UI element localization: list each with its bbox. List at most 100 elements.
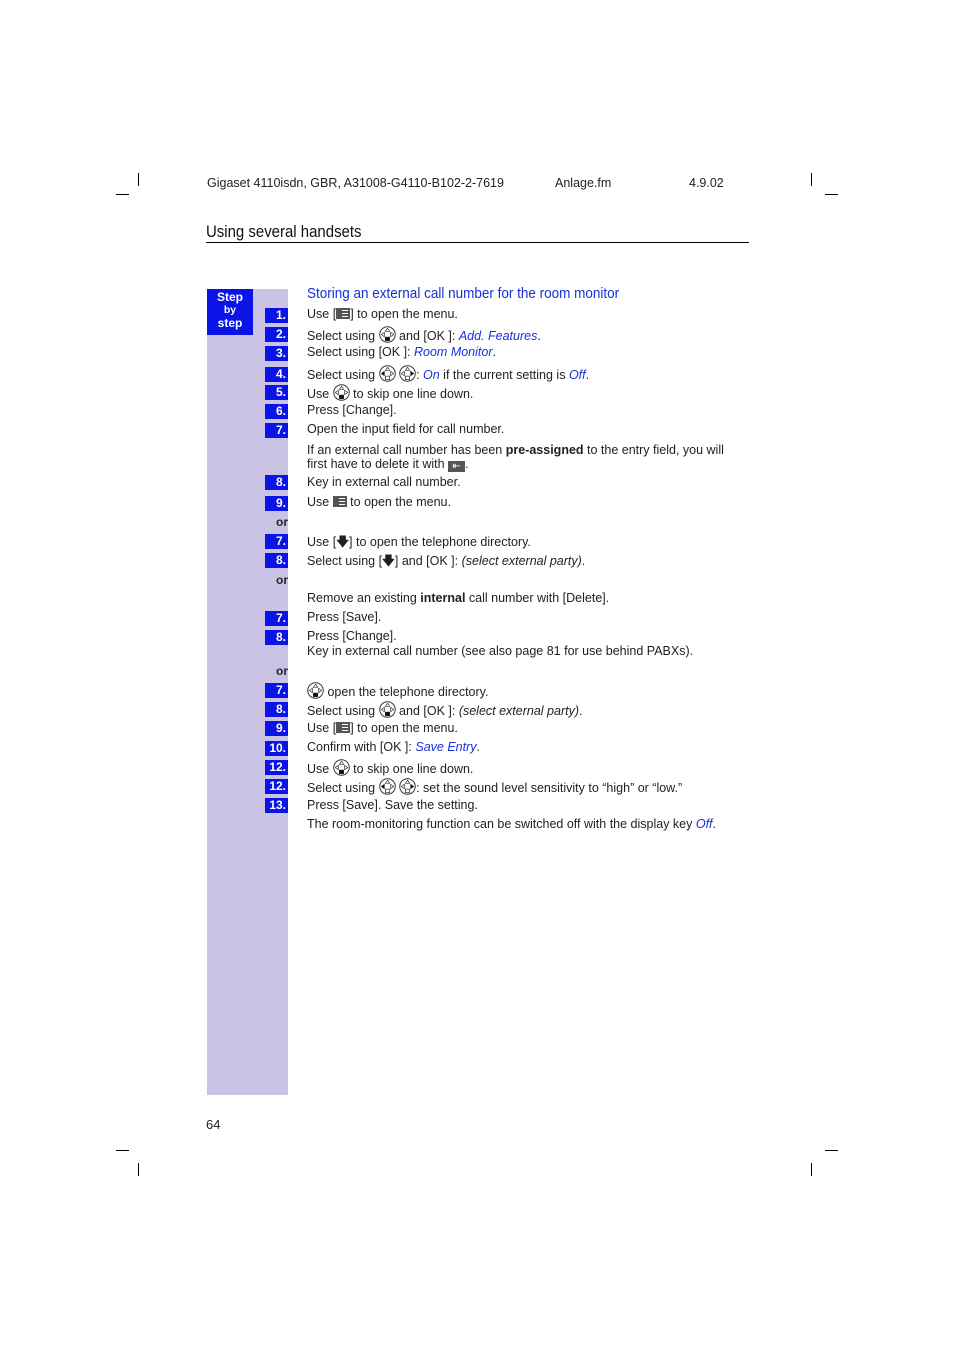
step-2-text: Select using and [OK ]: Add. Features. [307, 326, 541, 343]
step-number: 9. [265, 496, 288, 511]
text: If an external call number has been [307, 443, 506, 457]
text-italic: (select external party) [458, 704, 579, 718]
nav-key-down-icon [379, 701, 396, 718]
step-number: 7. [265, 611, 288, 626]
text: to skip one line down. [349, 387, 474, 401]
crop-mark-tl-h [116, 194, 129, 195]
section-rule [206, 242, 749, 243]
text-italic: (select external party) [461, 554, 582, 568]
step-number: 10. [265, 741, 288, 756]
procedure-title: Storing an external call number for the … [307, 285, 620, 302]
text: Use [307, 387, 333, 401]
crop-mark-bl-h [116, 1150, 129, 1151]
alt3-step-10-text: Confirm with [OK ]: Save Entry. [307, 740, 480, 754]
text: ] to open the telephone directory. [349, 535, 531, 549]
nav-key-down-icon [333, 384, 350, 401]
text: The room-monitoring function can be swit… [307, 817, 696, 831]
or-separator: or [276, 664, 288, 678]
step-3-text: Select using [OK ]: Room Monitor. [307, 345, 496, 359]
nav-key-left-icon [379, 365, 396, 382]
alt1-step-7-text: Use [🡇] to open the telephone directory. [307, 533, 531, 554]
step-number: 7. [265, 423, 288, 438]
alt1-step-8-text: Select using [🡇] and [OK ]: (select exte… [307, 552, 585, 573]
setting-off: Off [568, 368, 586, 382]
alt3-step-8-text: Select using and [OK ]: (select external… [307, 701, 582, 718]
text: Use [ [307, 721, 337, 735]
step-number: 7. [265, 683, 288, 698]
section-title: Using several handsets [206, 222, 362, 241]
text: . [476, 740, 480, 754]
step-number: 8. [265, 630, 288, 645]
alt2-step-8-text-2: Key in external call number (see also pa… [307, 644, 694, 658]
alt3-step-9-text: Use [ ] to open the menu. [307, 721, 458, 735]
or-separator: or [276, 515, 288, 529]
step-number: 13. [265, 798, 288, 813]
text: Select using [307, 704, 379, 718]
step-4-text: Select using : On if the current setting… [307, 365, 589, 382]
step-number: 8. [265, 702, 288, 717]
step-number: 8. [265, 553, 288, 568]
nav-key-right-icon [399, 778, 416, 795]
text: and [OK ]: [395, 329, 459, 343]
text: open the telephone directory. [324, 685, 489, 699]
text: to skip one line down. [349, 762, 474, 776]
crop-mark-br-h [825, 1150, 838, 1151]
text: Select using [OK ]: [307, 345, 414, 359]
crop-mark-tr-v [811, 173, 812, 186]
nav-key-right-icon [399, 365, 416, 382]
text: . [579, 704, 583, 718]
step-number: 9. [265, 721, 288, 736]
step-number: 1. [265, 308, 288, 323]
setting-on: On [423, 368, 440, 382]
step-number: 3. [265, 346, 288, 361]
step-number: 4. [265, 367, 288, 382]
step-5-text: Use to skip one line down. [307, 384, 473, 401]
text: to open the menu. [346, 495, 451, 509]
step-number: 2. [265, 327, 288, 342]
alt3-step-13-text: Press [Save]. Save the setting. [307, 798, 478, 812]
text: call number with [Delete]. [465, 591, 610, 605]
step-7-text: Open the input field for call number. [307, 422, 505, 436]
text: ] and [OK ]: [394, 554, 462, 568]
alt3-step-12a-text: Use to skip one line down. [307, 759, 473, 776]
text: . [585, 368, 590, 382]
header-doc-id: Gigaset 4110isdn, GBR, A31008-G4110-B102… [207, 176, 504, 190]
crop-mark-bl-v [138, 1163, 139, 1176]
arrow-down-icon: 🡇 [382, 554, 395, 568]
delete-key-icon: ⇤ [448, 461, 466, 472]
arrow-down-icon: 🡇 [336, 535, 350, 549]
step-number: 6. [265, 404, 288, 419]
header-date: 4.9.02 [689, 176, 724, 190]
step-by-step-badge: Step by step [207, 289, 253, 335]
crop-mark-tr-h [825, 194, 838, 195]
text: Confirm with [OK ]: [307, 740, 416, 754]
alt3-step-7-text: open the telephone directory. [307, 682, 488, 699]
text: . [581, 554, 586, 568]
menu-option-save-entry: Save Entry [415, 740, 477, 754]
text: . [492, 345, 496, 359]
header-file: Anlage.fm [555, 176, 612, 190]
step-8-text: Key in external call number. [307, 475, 461, 489]
alt2-step-8-text: Press [Change]. [307, 629, 397, 643]
text: . [465, 457, 469, 471]
display-key-off: Off [695, 817, 713, 831]
alt2-step-7-text: Press [Save]. [307, 610, 382, 624]
text: Select using [307, 781, 379, 795]
menu-key-icon [336, 722, 351, 733]
menu-key-icon [332, 496, 347, 507]
text-bold: pre-assigned [505, 443, 584, 457]
step-number: 12. [265, 760, 288, 775]
text: Use [ [307, 535, 337, 549]
text: Use [307, 495, 333, 509]
text: ] to open the menu. [350, 721, 458, 735]
text: . [712, 817, 717, 831]
text: : set the sound level sensitivity to “hi… [416, 781, 683, 795]
or-separator: or [276, 573, 288, 587]
step-label-1: Step [216, 290, 243, 304]
pre-assigned-note: If an external call number has been pre-… [307, 443, 747, 472]
closing-note: The room-monitoring function can be swit… [307, 817, 716, 831]
step-number: 7. [265, 534, 288, 549]
crop-mark-tl-v [138, 173, 139, 186]
text: Remove an existing [307, 591, 421, 605]
text: Use [307, 762, 333, 776]
